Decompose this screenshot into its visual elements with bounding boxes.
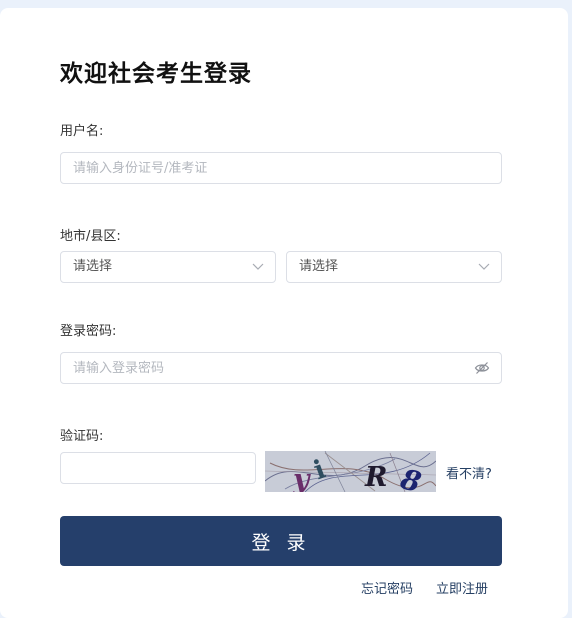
refresh-captcha-link[interactable]: 看不清? (446, 463, 492, 482)
svg-text:y: y (292, 463, 311, 492)
captcha-label: 验证码: (60, 429, 104, 444)
eye-hidden-icon[interactable] (474, 360, 490, 376)
region-label: 地市/县区: (60, 229, 121, 244)
svg-text:R: R (364, 462, 387, 492)
city-select[interactable]: 请选择 (60, 251, 276, 283)
captcha-input[interactable] (60, 452, 256, 484)
login-button[interactable]: 登 录 (60, 516, 502, 566)
password-label: 登录密码: (60, 324, 117, 339)
chevron-down-icon (478, 263, 490, 270)
forgot-password-link[interactable]: 忘记密码 (361, 578, 413, 597)
password-input[interactable] (60, 352, 502, 384)
username-label: 用户名: (60, 124, 104, 139)
city-select-value: 请选择 (73, 259, 113, 274)
district-select-value: 请选择 (299, 259, 339, 274)
page-title: 欢迎社会考生登录 (60, 61, 252, 87)
district-select[interactable]: 请选择 (286, 251, 502, 283)
chevron-down-icon (252, 263, 264, 270)
username-input[interactable] (60, 152, 502, 184)
captcha-image[interactable]: y i R 8 (265, 451, 436, 492)
register-link[interactable]: 立即注册 (436, 578, 488, 597)
